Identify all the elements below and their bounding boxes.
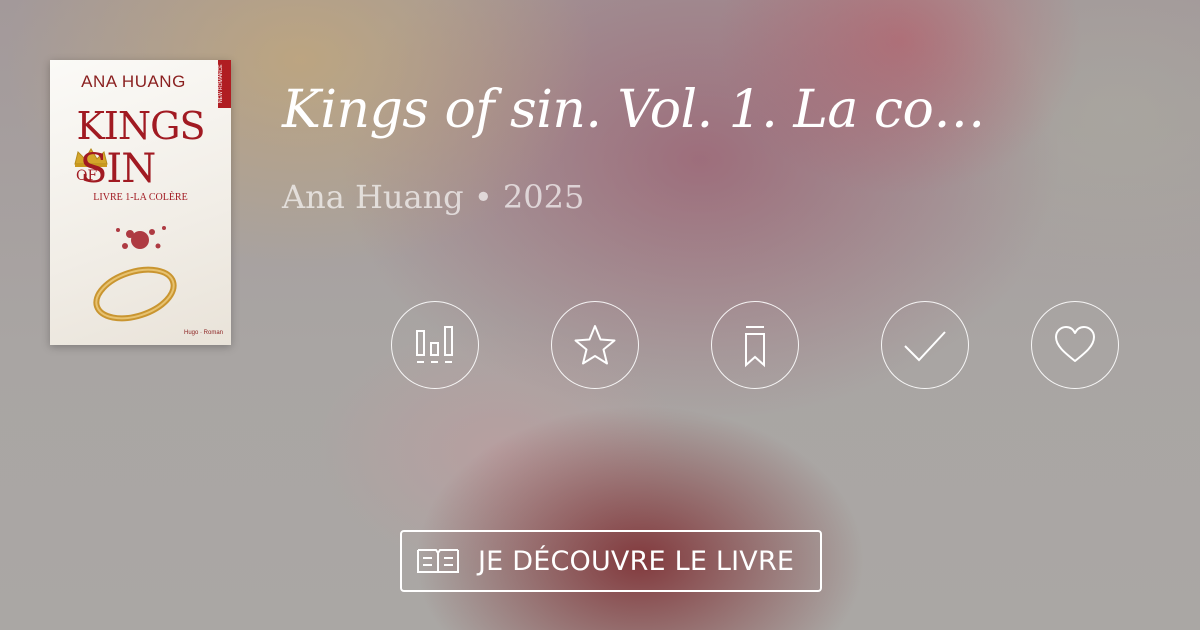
cover-author: ANA HUANG <box>81 72 186 91</box>
discover-book-button[interactable]: JE DÉCOUVRE LE LIVRE <box>400 530 822 592</box>
cover-subtitle: LIVRE 1-LA COLÈRE <box>93 192 188 203</box>
stats-button[interactable] <box>391 301 479 389</box>
book-title: Kings of sin. Vol. 1. La co… <box>282 80 985 140</box>
read-button[interactable] <box>881 301 969 389</box>
cover-title-line1: KINGS <box>76 104 205 148</box>
cover-ribbon: NEW ROMANCE <box>218 60 231 108</box>
check-icon <box>904 331 946 362</box>
ring-illustration <box>93 226 177 322</box>
discover-book-label: JE DÉCOUVRE LE LIVRE <box>478 545 795 577</box>
book-author-year: Ana Huang • 2025 <box>282 178 585 216</box>
bookmark-button[interactable] <box>711 301 799 389</box>
open-book-icon <box>417 549 459 573</box>
bookmark-icon <box>745 326 765 368</box>
cover-title-line2: SIN <box>80 146 156 192</box>
rate-button[interactable] <box>551 301 639 389</box>
stats-icon <box>416 326 453 363</box>
star-icon <box>574 325 616 365</box>
heart-icon <box>1055 326 1095 362</box>
cover-publisher: Hugo · Roman <box>184 330 224 336</box>
favorite-button[interactable] <box>1031 301 1119 389</box>
book-cover[interactable]: NEW ROMANCE ANA HUANG KINGS OF SIN LIVRE… <box>50 60 231 345</box>
